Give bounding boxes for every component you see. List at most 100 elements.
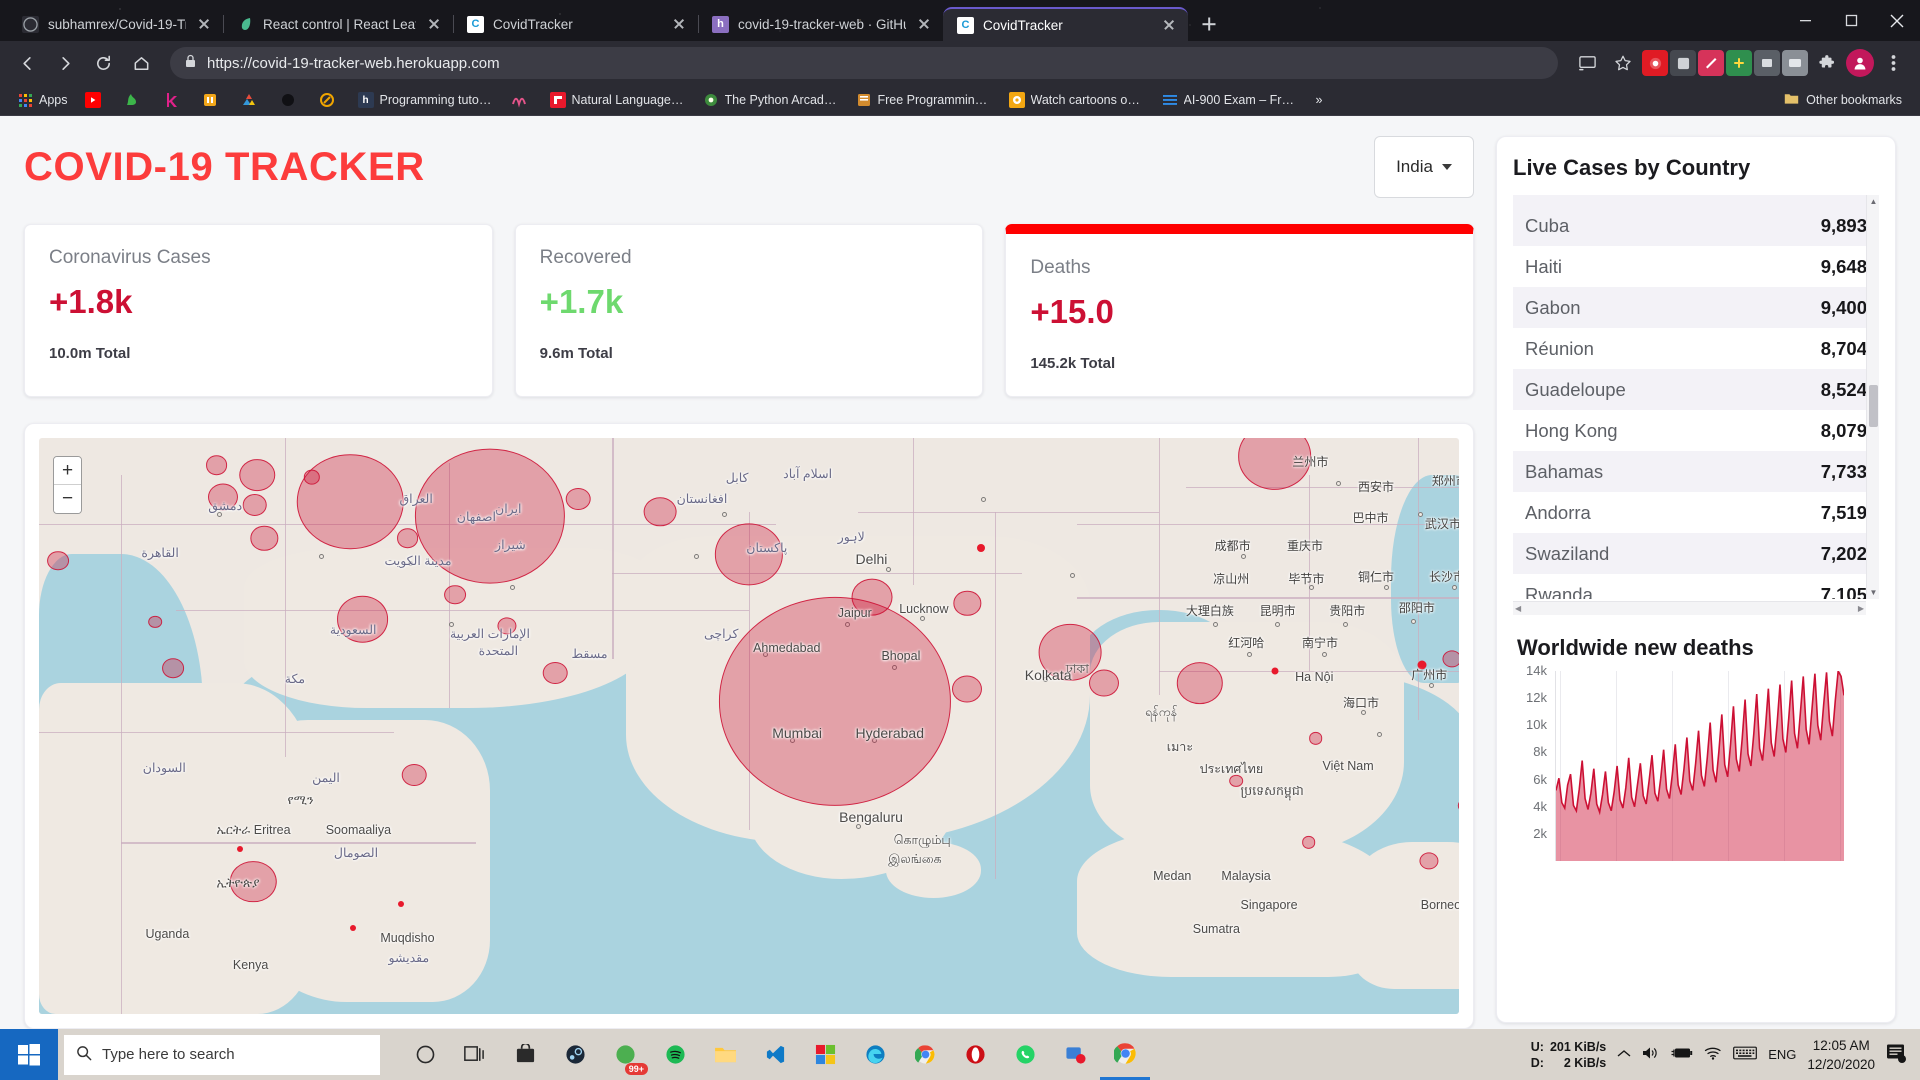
table-row[interactable]: Guadeloupe 8,524 xyxy=(1513,369,1879,410)
bookmark-item-2[interactable] xyxy=(156,89,192,111)
screen-recorder-icon[interactable] xyxy=(1050,1029,1100,1080)
maximize-button[interactable] xyxy=(1828,0,1874,41)
minimize-button[interactable] xyxy=(1782,0,1828,41)
bookmark-item-7[interactable]: h Programming tutori... xyxy=(351,89,501,111)
browser-tab-2[interactable]: C CovidTracker xyxy=(453,7,699,41)
close-icon[interactable] xyxy=(670,15,688,33)
scroll-right-button[interactable]: ▶ xyxy=(1858,604,1864,613)
close-icon[interactable] xyxy=(425,15,443,33)
extension-icon-1[interactable] xyxy=(1642,50,1668,76)
home-button[interactable] xyxy=(124,46,158,80)
table-row[interactable]: Hong Kong 8,079 xyxy=(1513,410,1879,451)
close-icon[interactable] xyxy=(195,15,213,33)
other-bookmarks-folder[interactable]: Other bookmarks xyxy=(1776,89,1910,111)
scrollbar-thumb[interactable] xyxy=(1869,385,1878,427)
cast-icon[interactable] xyxy=(1570,46,1604,80)
table-row[interactable]: Andorra 7,519 xyxy=(1513,492,1879,533)
leaflet-map[interactable]: كابل اسلام آباد افغانستان دمشق العراق ایران اص… xyxy=(39,438,1459,1014)
scroll-left-button[interactable]: ◀ xyxy=(1515,604,1521,613)
whatsapp-icon[interactable] xyxy=(1000,1029,1050,1080)
extension-icon-2[interactable] xyxy=(1670,50,1696,76)
browser-tab-1[interactable]: React control | React Leaflet xyxy=(223,7,454,41)
table-row[interactable]: Cuba 9,893 xyxy=(1513,205,1879,246)
clock[interactable]: 12:05 AM 12/20/2020 xyxy=(1807,1036,1875,1074)
vscode-icon[interactable] xyxy=(750,1029,800,1080)
browser-tab-3[interactable]: h covid-19-tracker-web · GitHub | xyxy=(698,7,944,41)
opera-icon[interactable] xyxy=(950,1029,1000,1080)
table-row[interactable]: Bahamas 7,733 xyxy=(1513,451,1879,492)
scroll-down-button[interactable]: ▼ xyxy=(1867,586,1880,599)
browser-tab-4[interactable]: C CovidTracker xyxy=(943,7,1188,41)
bookmarks-overflow-button[interactable]: » xyxy=(1308,90,1331,110)
worldwide-deaths-chart[interactable]: 14k 12k 10k 8k 6k 4k 2k xyxy=(1513,663,1879,861)
bookmark-item-11[interactable]: Free Programming... xyxy=(849,89,999,111)
table-row[interactable]: Haiti 9,648 xyxy=(1513,246,1879,287)
bookmark-item-3[interactable] xyxy=(195,89,231,111)
country-table-scrollbar[interactable]: ▲ ▼ xyxy=(1866,195,1879,599)
start-button[interactable] xyxy=(0,1029,58,1080)
chrome-icon[interactable] xyxy=(900,1029,950,1080)
reload-button[interactable] xyxy=(86,46,120,80)
bookmark-item-13[interactable]: AI-900 Exam – Free... xyxy=(1155,89,1305,111)
country-table[interactable]: Cuba 9,893 Haiti 9,648 Gabon 9,400 Réunion 8,70… xyxy=(1513,195,1879,599)
chevron-up-icon[interactable] xyxy=(1617,1047,1631,1062)
table-row-partial[interactable] xyxy=(1513,195,1879,205)
country-dropdown[interactable]: India xyxy=(1374,136,1474,198)
bookmark-item-8[interactable] xyxy=(504,89,540,111)
steam-icon[interactable] xyxy=(550,1029,600,1080)
address-bar[interactable]: https://covid-19-tracker-web.herokuapp.c… xyxy=(170,47,1558,79)
table-row[interactable]: Swaziland 7,202 xyxy=(1513,533,1879,574)
stat-card-deaths[interactable]: Deaths +15.0 145.2k Total xyxy=(1005,224,1475,397)
close-window-button[interactable] xyxy=(1874,0,1920,41)
bookmark-item-6[interactable] xyxy=(312,89,348,111)
table-row[interactable]: Rwanda 7,105 xyxy=(1513,574,1879,600)
bookmark-apps[interactable]: Apps xyxy=(10,89,75,111)
spotify-icon[interactable] xyxy=(650,1029,700,1080)
wifi-icon[interactable] xyxy=(1704,1046,1722,1063)
cortana-icon[interactable] xyxy=(400,1029,450,1080)
close-icon[interactable] xyxy=(1160,16,1178,34)
extension-icon-4[interactable] xyxy=(1726,50,1752,76)
language-indicator[interactable]: ENG xyxy=(1768,1047,1796,1062)
bookmark-item-9[interactable]: Natural Language P... xyxy=(543,89,693,111)
bookmark-item-10[interactable]: The Python Arcade... xyxy=(696,89,846,111)
chrome-menu-icon[interactable] xyxy=(1876,46,1910,80)
battery-charging-icon[interactable] xyxy=(1671,1046,1693,1063)
stat-card-recovered[interactable]: Recovered +1.7k 9.6m Total xyxy=(514,224,984,397)
zoom-in-button[interactable]: + xyxy=(54,457,81,485)
bookmark-item-12[interactable]: Watch cartoons onl... xyxy=(1002,89,1152,111)
windows-terminal-icon[interactable] xyxy=(800,1029,850,1080)
chrome-active-icon[interactable] xyxy=(1100,1029,1150,1080)
store-icon[interactable] xyxy=(500,1029,550,1080)
notifications-icon[interactable]: 99+ xyxy=(600,1029,650,1080)
bookmark-star-icon[interactable] xyxy=(1606,46,1640,80)
forward-button[interactable] xyxy=(48,46,82,80)
task-view-icon[interactable] xyxy=(450,1029,500,1080)
table-row[interactable]: Gabon 9,400 xyxy=(1513,287,1879,328)
close-icon[interactable] xyxy=(915,15,933,33)
new-tab-button[interactable] xyxy=(1194,9,1224,39)
bookmark-item-1[interactable] xyxy=(117,89,153,111)
action-center-icon[interactable] xyxy=(1886,1043,1908,1066)
extensions-puzzle-icon[interactable] xyxy=(1810,46,1844,80)
file-explorer-icon[interactable] xyxy=(700,1029,750,1080)
back-button[interactable] xyxy=(10,46,44,80)
taskbar-search[interactable]: Type here to search xyxy=(64,1034,380,1075)
profile-avatar[interactable] xyxy=(1846,49,1874,77)
volume-icon[interactable] xyxy=(1642,1045,1660,1064)
edge-icon[interactable] xyxy=(850,1029,900,1080)
browser-tab-0[interactable]: subhamrex/Covid-19-Tracker: I m xyxy=(8,7,224,41)
bookmark-item-5[interactable] xyxy=(273,89,309,111)
extension-icon-3[interactable] xyxy=(1698,50,1724,76)
bookmark-item-4[interactable] xyxy=(234,89,270,111)
keyboard-icon[interactable] xyxy=(1733,1046,1758,1063)
zoom-out-button[interactable]: − xyxy=(54,485,81,513)
stat-card-cases[interactable]: Coronavirus Cases +1.8k 10.0m Total xyxy=(24,224,493,397)
table-row[interactable]: Réunion 8,704 xyxy=(1513,328,1879,369)
country-table-hscrollbar[interactable]: ◀ ▶ xyxy=(1513,601,1866,615)
extension-icon-5[interactable] xyxy=(1754,50,1780,76)
scroll-up-button[interactable]: ▲ xyxy=(1867,195,1880,208)
extension-icon-6[interactable] xyxy=(1782,50,1808,76)
bookmark-item-0[interactable] xyxy=(78,89,114,111)
network-speed-indicator[interactable]: U: D: 201 KiB/s 2 KiB/s xyxy=(1531,1039,1606,1071)
